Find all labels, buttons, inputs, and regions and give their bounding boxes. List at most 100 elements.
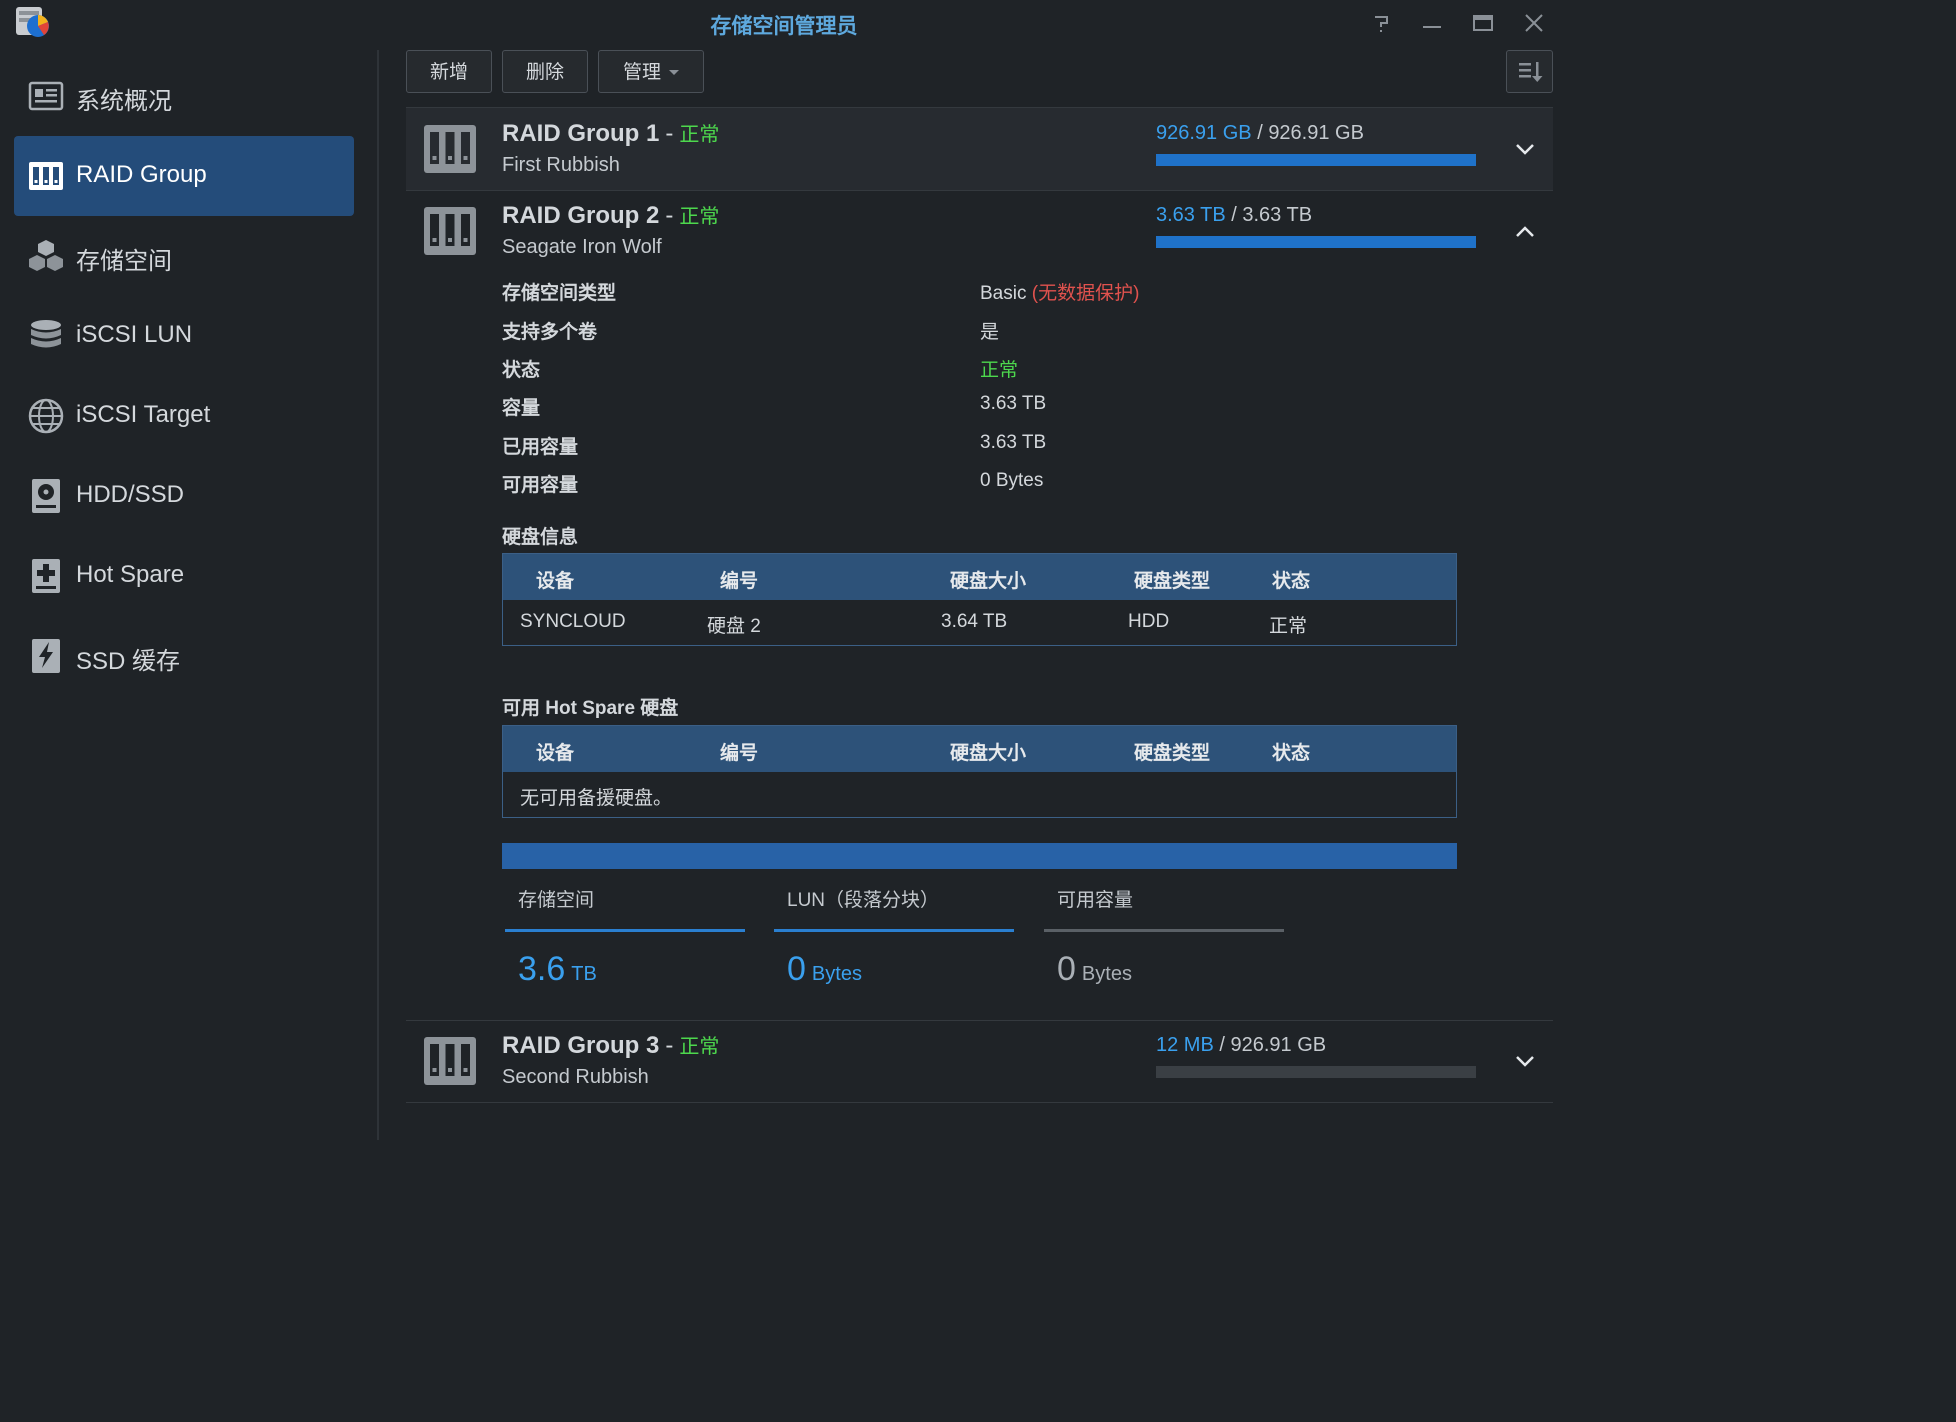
- ssd-cache-icon: [32, 639, 60, 673]
- sidebar-item-hot-spare[interactable]: Hot Spare: [14, 536, 354, 616]
- column-header-status[interactable]: 状态: [1272, 738, 1310, 765]
- window-title: 存储空间管理员: [710, 15, 858, 38]
- minimize-icon[interactable]: [1419, 10, 1445, 36]
- table-header: 设备 编号 硬盘大小 硬盘类型 状态: [503, 554, 1456, 600]
- caret-down-icon: [669, 70, 679, 76]
- capacity-used: 926.91 GB: [1156, 122, 1252, 144]
- raid-group-1-row[interactable]: RAID Group 1- 正常 First Rubbish 926.91 GB …: [406, 108, 1553, 190]
- capacity-bar-fill: [1156, 154, 1476, 166]
- sidebar-item-hdd-ssd[interactable]: HDD/SSD: [14, 456, 354, 536]
- empty-message: 无可用备援硬盘。: [520, 788, 673, 809]
- prop-label-capacity: 容量: [502, 398, 541, 419]
- close-icon[interactable]: [1521, 10, 1547, 36]
- capacity-text: 3.63 TB / 3.63 TB: [1156, 204, 1312, 227]
- divider: [406, 1102, 1553, 1103]
- sidebar-item-label: iSCSI Target: [76, 401, 211, 428]
- sidebar-item-overview[interactable]: 系统概况: [14, 56, 354, 136]
- raid-group-title: RAID Group 3- 正常: [502, 1030, 719, 1060]
- capacity-bar-fill: [1156, 236, 1476, 248]
- sidebar-item-label: 系统概况: [76, 88, 172, 115]
- sidebar-item-label: iSCSI LUN: [76, 321, 193, 348]
- usage-overview-bar: [502, 843, 1457, 869]
- raid-group-name: RAID Group 1: [502, 120, 660, 147]
- column-header-number[interactable]: 编号: [720, 566, 758, 593]
- sidebar-item-label: 存储空间: [76, 248, 172, 275]
- title-bar: 存储空间管理员: [0, 0, 1568, 46]
- stat-number: 3.6: [518, 950, 566, 988]
- column-header-size[interactable]: 硬盘大小: [950, 738, 1026, 765]
- raid-group-description: First Rubbish: [502, 154, 620, 176]
- help-icon[interactable]: [1368, 10, 1394, 36]
- sidebar-item-ssd-cache[interactable]: SSD 缓存: [14, 616, 354, 696]
- title-separator: -: [665, 120, 674, 147]
- sidebar-item-raid-group[interactable]: RAID Group: [14, 136, 354, 216]
- disk-info-table: 设备 编号 硬盘大小 硬盘类型 状态 SYNCLOUD 硬盘 2 3.64 TB…: [502, 553, 1457, 646]
- chevron-down-icon[interactable]: [1514, 138, 1536, 160]
- stat-label-lun: LUN（段落分块）: [787, 890, 940, 911]
- capacity-total: 3.63 TB: [1242, 204, 1313, 226]
- stat-number: 0: [1057, 950, 1076, 988]
- raid-group-title: RAID Group 1- 正常: [502, 118, 719, 148]
- stat-indicator-available: [1044, 929, 1284, 932]
- chevron-up-icon[interactable]: [1514, 221, 1536, 243]
- column-header-device[interactable]: 设备: [536, 738, 574, 765]
- prop-value-status: 正常: [980, 360, 1019, 381]
- raid-group-icon: [424, 125, 476, 173]
- prop-label-available: 可用容量: [502, 475, 579, 496]
- table-empty-row: 无可用备援硬盘。: [503, 772, 1456, 817]
- raid-group-3-row[interactable]: RAID Group 3- 正常 Second Rubbish 12 MB / 9…: [406, 1020, 1553, 1102]
- raid-group-2-row[interactable]: RAID Group 2- 正常 Seagate Iron Wolf 3.63 T…: [406, 190, 1553, 272]
- no-protection-note: (无数据保护): [1031, 283, 1140, 304]
- hot-spare-table: 设备 编号 硬盘大小 硬盘类型 状态 无可用备援硬盘。: [502, 725, 1457, 818]
- delete-button[interactable]: 删除: [502, 50, 588, 93]
- cubes-icon: [29, 240, 63, 271]
- capacity-text: 926.91 GB / 926.91 GB: [1156, 122, 1364, 145]
- create-button[interactable]: 新增: [406, 50, 492, 93]
- sidebar-item-iscsi-target[interactable]: iSCSI Target: [14, 376, 354, 456]
- sidebar-item-iscsi-lun[interactable]: iSCSI LUN: [14, 296, 354, 376]
- raid-group-description: Second Rubbish: [502, 1066, 649, 1088]
- hdd-icon: [32, 479, 60, 513]
- status-badge: 正常: [679, 206, 720, 228]
- stat-value-storage: 3.6 TB: [518, 950, 597, 989]
- sidebar: 系统概况 RAID Group 存储空间 iSCSI LUN iSCSI Tar…: [0, 46, 376, 1140]
- stat-label-available: 可用容量: [1057, 890, 1134, 911]
- maximize-icon[interactable]: [1470, 10, 1496, 36]
- capacity-separator: /: [1257, 122, 1263, 144]
- manage-dropdown[interactable]: 管理: [598, 50, 704, 93]
- stat-indicator-lun: [774, 929, 1014, 932]
- stat-number: 0: [787, 950, 806, 988]
- sidebar-item-label: RAID Group: [76, 161, 207, 188]
- sort-button[interactable]: [1506, 50, 1553, 93]
- capacity-total: 926.91 GB: [1268, 122, 1364, 144]
- chevron-down-icon[interactable]: [1514, 1050, 1536, 1072]
- column-header-type[interactable]: 硬盘类型: [1134, 566, 1210, 593]
- prop-value-available: 0 Bytes: [980, 470, 1044, 491]
- raid-group-description: Seagate Iron Wolf: [502, 236, 662, 258]
- column-header-device[interactable]: 设备: [536, 566, 574, 593]
- raid-group-name: RAID Group 3: [502, 1032, 660, 1059]
- prop-label-storage-type: 存储空间类型: [502, 283, 617, 304]
- capacity-total: 926.91 GB: [1230, 1034, 1327, 1056]
- table-header: 设备 编号 硬盘大小 硬盘类型 状态: [503, 726, 1456, 772]
- prop-value-multi-volume: 是: [980, 322, 1000, 343]
- raid-group-icon: [29, 162, 63, 190]
- column-header-type[interactable]: 硬盘类型: [1134, 738, 1210, 765]
- stat-unit: Bytes: [1081, 963, 1132, 985]
- column-header-status[interactable]: 状态: [1272, 566, 1310, 593]
- stat-unit: Bytes: [811, 963, 862, 985]
- sidebar-item-label: HDD/SSD: [76, 481, 185, 508]
- capacity-bar: [1156, 236, 1476, 248]
- title-separator: -: [665, 1032, 674, 1059]
- table-row[interactable]: SYNCLOUD 硬盘 2 3.64 TB HDD 正常: [503, 600, 1456, 645]
- sidebar-item-storage[interactable]: 存储空间: [14, 216, 354, 296]
- stat-label-storage: 存储空间: [518, 890, 595, 911]
- title-separator: -: [665, 202, 674, 229]
- sort-icon: [1518, 62, 1542, 82]
- column-header-size[interactable]: 硬盘大小: [950, 566, 1026, 593]
- status-badge: 正常: [679, 1036, 720, 1058]
- column-header-number[interactable]: 编号: [720, 738, 758, 765]
- prop-value-used: 3.63 TB: [980, 432, 1047, 453]
- sidebar-item-label: SSD 缓存: [76, 648, 181, 675]
- raid-group-name: RAID Group 2: [502, 202, 660, 229]
